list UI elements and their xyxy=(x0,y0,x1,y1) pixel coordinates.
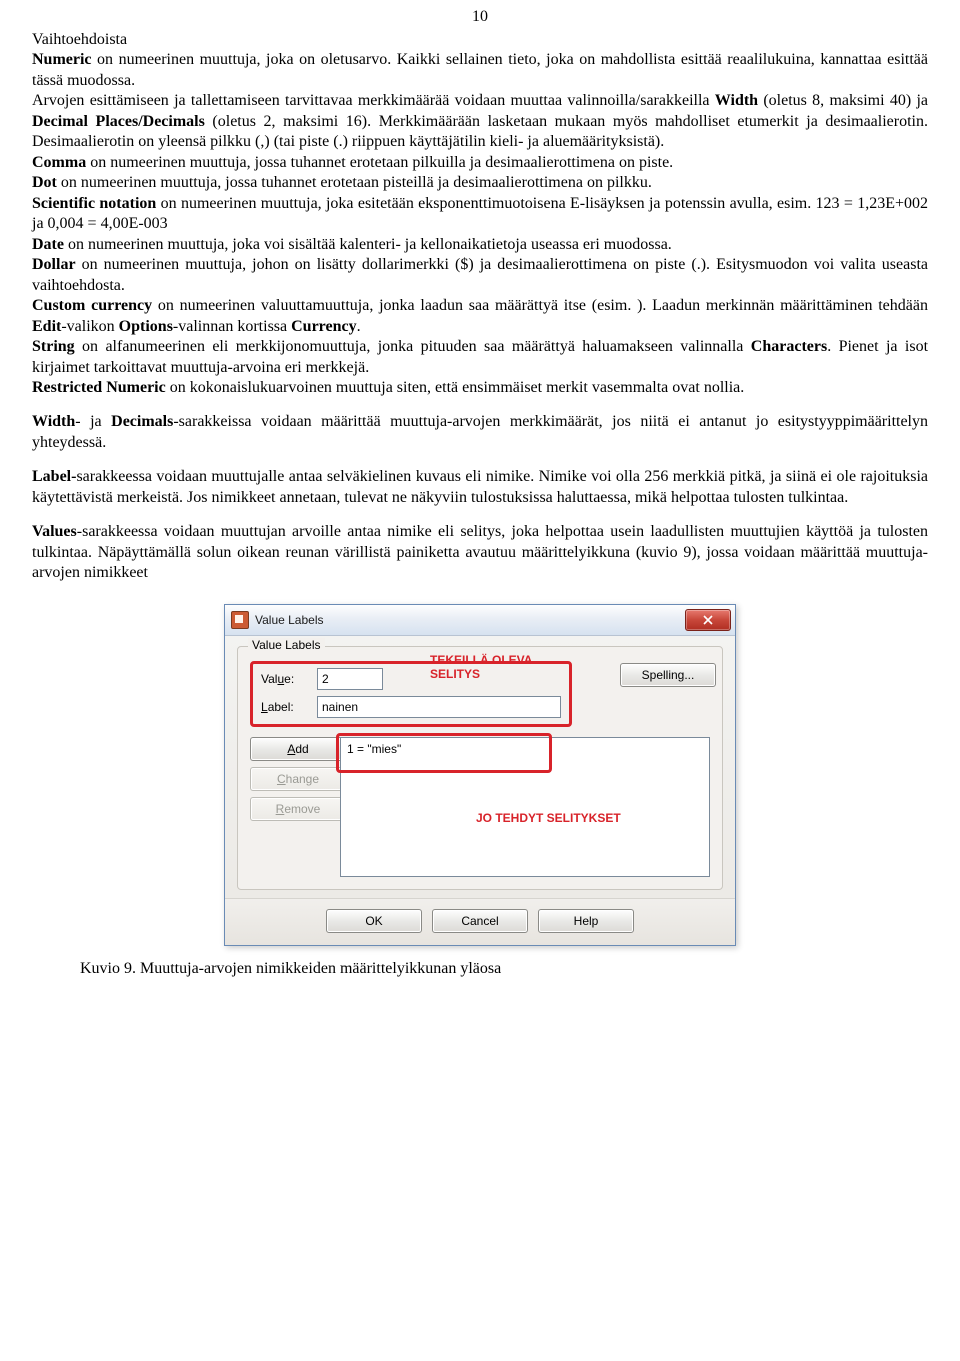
paragraph: Comma on numeerinen muuttuja, jossa tuha… xyxy=(32,153,928,173)
list-item[interactable]: 1 = "mies" xyxy=(347,742,703,756)
paragraph: Scientific notation on numeerinen muuttu… xyxy=(32,194,928,235)
paragraph: Width- ja Decimals-sarakkeissa voidaan m… xyxy=(32,412,928,453)
close-icon xyxy=(703,615,713,625)
labels-listbox[interactable]: 1 = "mies" xyxy=(340,737,710,877)
paragraph: Label-sarakkeessa voidaan muuttujalle an… xyxy=(32,467,928,508)
paragraph: Vaihtoehdoista xyxy=(32,30,928,50)
cancel-button[interactable]: Cancel xyxy=(432,909,528,933)
paragraph: String on alfanumeerinen eli merkkijonom… xyxy=(32,337,928,378)
value-labels-group: Value Labels TEKEILLÄ OLEVA SELITYS Valu… xyxy=(237,646,723,890)
paragraph: Values-sarakkeessa voidaan muuttujan arv… xyxy=(32,522,928,583)
change-button[interactable]: Change xyxy=(250,767,346,791)
paragraph: Restricted Numeric on kokonaislukuarvoin… xyxy=(32,378,928,398)
paragraph: Dollar on numeerinen muuttuja, johon on … xyxy=(32,255,928,296)
paragraph: Date on numeerinen muuttuja, joka voi si… xyxy=(32,235,928,255)
document-body: Vaihtoehdoista Numeric on numeerinen muu… xyxy=(32,30,928,584)
groupbox-label: Value Labels xyxy=(248,638,325,652)
label-field-label: Label: xyxy=(261,700,309,714)
dialog-titlebar: Value Labels xyxy=(225,605,735,636)
ok-button[interactable]: OK xyxy=(326,909,422,933)
figure-caption: Kuvio 9. Muuttuja-arvojen nimikkeiden mä… xyxy=(32,960,928,978)
close-button[interactable] xyxy=(685,609,731,631)
value-labels-dialog: Value Labels Value Labels TEKEILLÄ OLEVA… xyxy=(224,604,736,946)
paragraph: Numeric on numeerinen muuttuja, joka on … xyxy=(32,50,928,91)
spelling-button[interactable]: Spelling... xyxy=(620,663,716,687)
app-icon xyxy=(231,611,249,629)
paragraph: Arvojen esittämiseen ja tallettamiseen t… xyxy=(32,91,928,152)
add-button[interactable]: Add xyxy=(250,737,346,761)
dialog-title: Value Labels xyxy=(255,613,685,627)
paragraph: Dot on numeerinen muuttuja, jossa tuhann… xyxy=(32,173,928,193)
value-input[interactable]: 2 xyxy=(317,668,383,690)
page-number: 10 xyxy=(32,0,928,30)
paragraph: Custom currency on numeerinen valuuttamu… xyxy=(32,296,928,337)
help-button[interactable]: Help xyxy=(538,909,634,933)
dialog-footer: OK Cancel Help xyxy=(225,898,735,945)
label-input[interactable]: nainen xyxy=(317,696,561,718)
value-field-label: Value: xyxy=(261,672,309,686)
remove-button[interactable]: Remove xyxy=(250,797,346,821)
